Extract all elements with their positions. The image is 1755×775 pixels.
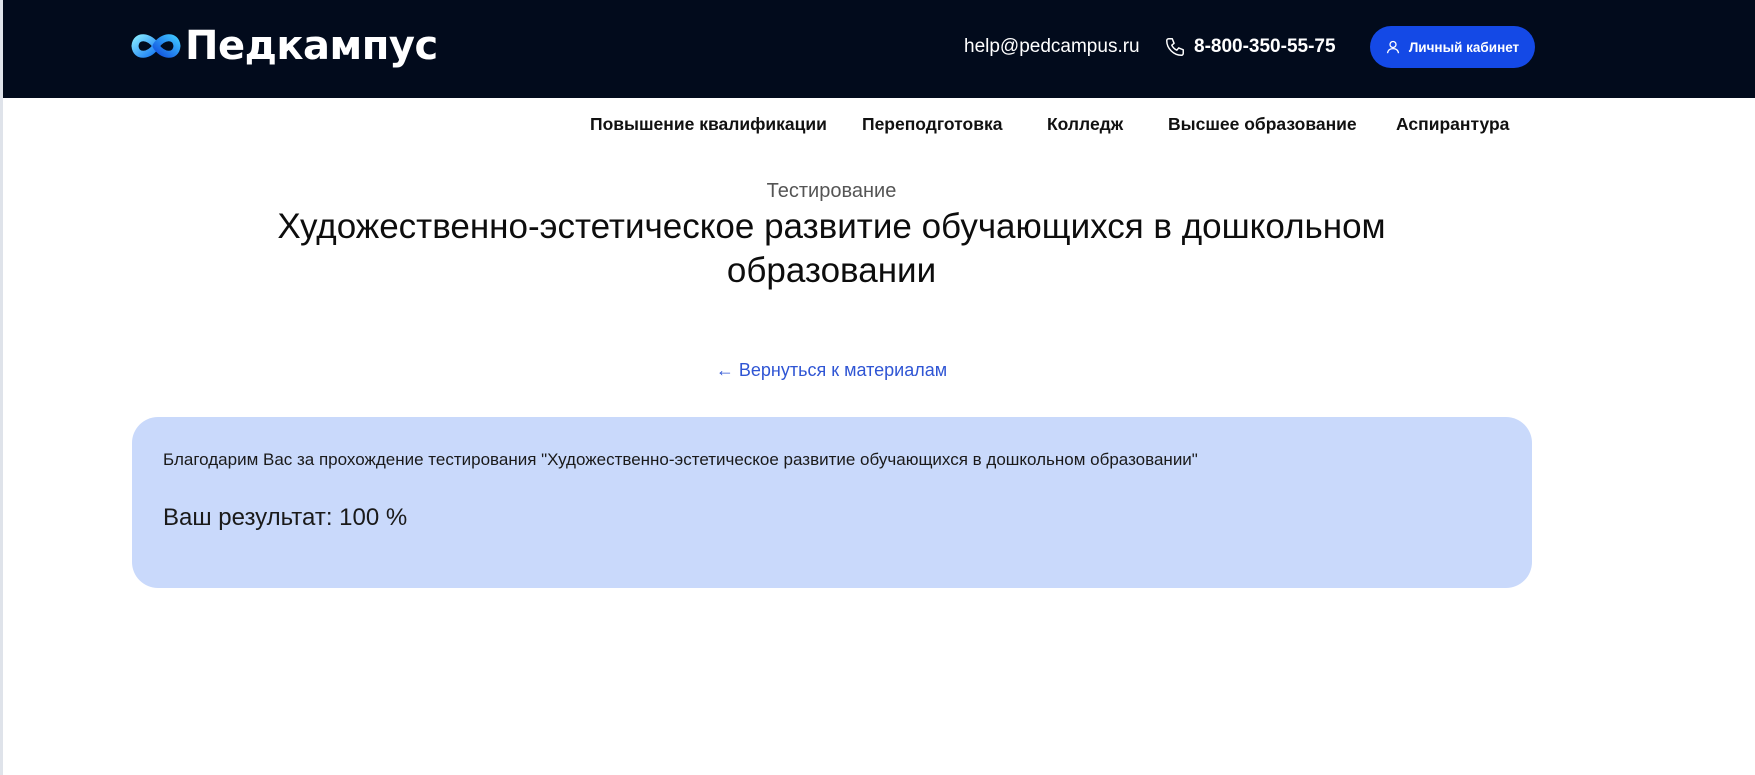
main-nav: Повышение квалификации Переподготовка Ко…: [0, 112, 1755, 138]
email-link[interactable]: help@pedcampus.ru: [964, 35, 1140, 59]
result-card: Благодарим Вас за прохождение тестирован…: [132, 417, 1532, 588]
personal-cabinet-label: Личный кабинет: [1408, 39, 1520, 55]
nav-item-higher-education[interactable]: Высшее образование: [1168, 112, 1357, 136]
personal-cabinet-button[interactable]: Личный кабинет: [1370, 26, 1535, 68]
page-subtitle: Тестирование: [766, 180, 897, 202]
nav-item-college[interactable]: Колледж: [1047, 112, 1123, 136]
back-to-materials-link[interactable]: ← Вернуться к материалам: [0, 358, 1663, 382]
test-result: Ваш результат: 100 %: [163, 504, 408, 531]
nav-item-postgraduate[interactable]: Аспирантура: [1396, 112, 1509, 136]
infinity-logo-icon: [131, 34, 181, 58]
logo-text: Педкампус: [185, 23, 438, 69]
header: Педкампус help@pedcampus.ru 8-800-350-55…: [3, 0, 1755, 98]
phone-number: 8-800-350-55-75: [1194, 36, 1336, 57]
page: Педкампус help@pedcampus.ru 8-800-350-55…: [0, 0, 1755, 775]
user-icon: [1386, 40, 1399, 54]
phone-icon: [1166, 38, 1184, 56]
logo[interactable]: Педкампус: [131, 18, 438, 74]
thanks-message: Благодарим Вас за прохождение тестирован…: [163, 450, 1198, 469]
nav-item-retraining[interactable]: Переподготовка: [862, 112, 1002, 136]
page-title: Художественно-эстетическое развитие обуч…: [277, 207, 1386, 290]
phone-link[interactable]: 8-800-350-55-75: [1164, 34, 1336, 60]
nav-item-qualification[interactable]: Повышение квалификации: [590, 112, 827, 136]
